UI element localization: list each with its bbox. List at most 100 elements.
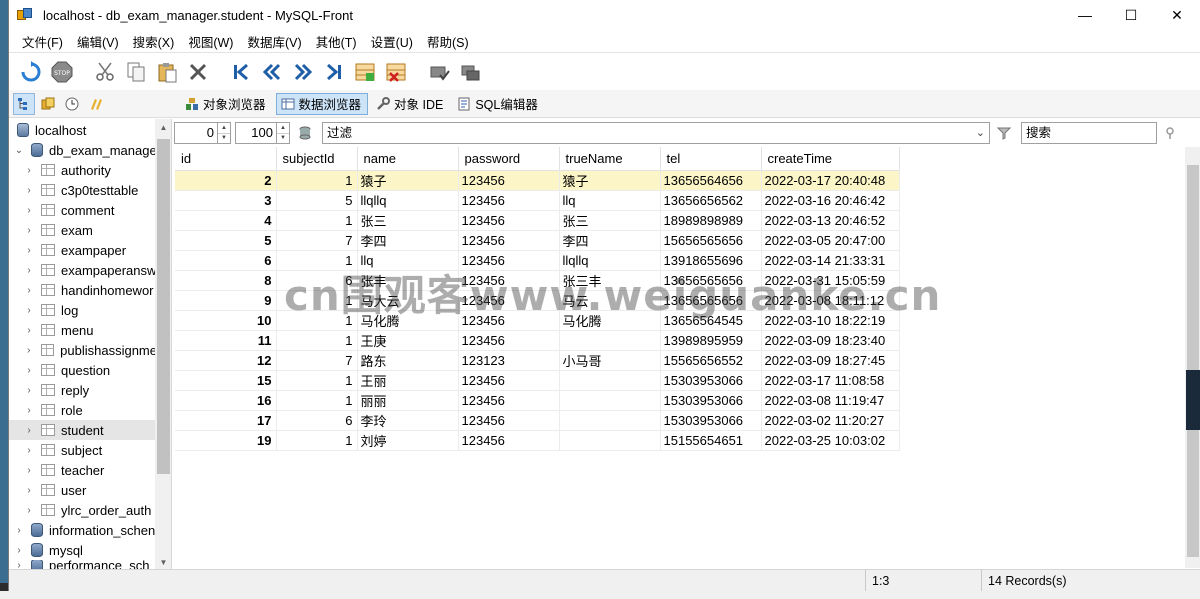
tree-table[interactable]: › comment <box>9 200 157 220</box>
table-row[interactable]: 15 1 王丽 123456 15303953066 2022-03-17 11:08:5… <box>175 370 900 391</box>
table-cell-name[interactable]: llqllq <box>357 190 459 211</box>
chevron-right-icon[interactable]: › <box>23 424 35 436</box>
table-cell-password[interactable]: 123456 <box>458 330 560 351</box>
table-cell-subjectid[interactable]: 1 <box>276 390 358 411</box>
chevron-right-icon[interactable]: › <box>23 184 35 196</box>
chevron-right-icon[interactable]: › <box>13 524 25 536</box>
column-header-subjectid[interactable]: subjectId <box>276 147 358 171</box>
chevron-right-icon[interactable]: › <box>23 284 35 296</box>
tree-table[interactable]: › authority <box>9 160 157 180</box>
chevron-right-icon[interactable]: › <box>23 264 35 276</box>
tree-table[interactable]: › publishassignme <box>9 340 157 360</box>
table-cell-subjectid[interactable]: 6 <box>276 410 358 431</box>
table-row[interactable]: 3 5 llqllq 123456 llq 13656656562 2022-03-16 2… <box>175 190 900 211</box>
chevron-right-icon[interactable]: › <box>23 464 35 476</box>
limit-toggle-icon[interactable] <box>294 122 316 144</box>
table-row[interactable]: 19 1 刘婷 123456 15155654651 2022-03-25 10:03:0… <box>175 430 900 451</box>
menu-help[interactable]: 帮助(S) <box>420 32 476 51</box>
tree-database[interactable]: › mysql <box>9 540 157 560</box>
table-cell-id[interactable]: 9 <box>175 290 277 311</box>
table-row[interactable]: 5 7 李四 123456 李四 15656565656 2022-03-05 20:47:… <box>175 230 900 251</box>
stepper-down-icon[interactable]: ▼ <box>277 132 289 144</box>
search-icon[interactable] <box>1160 122 1182 144</box>
filter-input[interactable]: 过滤 ⌄ <box>322 122 990 144</box>
tree-database[interactable]: › information_schen <box>9 520 157 540</box>
tree-table-selected[interactable]: › student <box>9 420 157 440</box>
table-cell-name[interactable]: 张三 <box>357 210 459 231</box>
table-cell-id[interactable]: 3 <box>175 190 277 211</box>
table-cell-password[interactable]: 123456 <box>458 370 560 391</box>
minimize-button[interactable]: — <box>1062 0 1108 30</box>
table-cell-id[interactable]: 16 <box>175 390 277 411</box>
table-cell-createtime[interactable]: 2022-03-13 20:46:52 <box>761 210 900 231</box>
stepper-up-icon[interactable]: ▲ <box>218 123 230 133</box>
stepper-down-icon[interactable]: ▼ <box>218 132 230 144</box>
jobs-icon[interactable] <box>85 93 107 115</box>
table-cell-subjectid[interactable]: 5 <box>276 190 358 211</box>
table-cell-id[interactable]: 2 <box>175 170 277 191</box>
menu-search[interactable]: 搜索(X) <box>126 32 182 51</box>
table-cell-truename[interactable]: llq <box>559 190 661 211</box>
tree-table[interactable]: › handinhomewor <box>9 280 157 300</box>
tree-table[interactable]: › menu <box>9 320 157 340</box>
next-record-icon[interactable] <box>289 58 317 86</box>
table-cell-name[interactable]: 丽丽 <box>357 390 459 411</box>
column-header-name[interactable]: name <box>357 147 459 171</box>
table-cell-id[interactable]: 4 <box>175 210 277 231</box>
tree-table[interactable]: › teacher <box>9 460 157 480</box>
tree-table[interactable]: › role <box>9 400 157 420</box>
tree-table[interactable]: › subject <box>9 440 157 460</box>
chevron-right-icon[interactable]: › <box>23 224 35 236</box>
tree-table[interactable]: › reply <box>9 380 157 400</box>
table-cell-password[interactable]: 123456 <box>458 390 560 411</box>
table-cell-name[interactable]: 猿子 <box>357 170 459 191</box>
tab-object-ide[interactable]: 对象 IDE <box>372 93 449 115</box>
table-cell-createtime[interactable]: 2022-03-02 11:20:27 <box>761 410 900 431</box>
column-header-truename[interactable]: trueName <box>559 147 661 171</box>
history-icon[interactable] <box>61 93 83 115</box>
table-cell-tel[interactable]: 15656565656 <box>660 230 762 251</box>
scroll-thumb[interactable] <box>157 139 170 474</box>
tree-database[interactable]: ⌄ db_exam_manage <box>9 140 157 160</box>
tree-table[interactable]: › exampaperansw <box>9 260 157 280</box>
table-cell-subjectid[interactable]: 1 <box>276 430 358 451</box>
table-cell-createtime[interactable]: 2022-03-17 20:40:48 <box>761 170 900 191</box>
table-cell-id[interactable]: 15 <box>175 370 277 391</box>
chevron-down-icon[interactable]: ⌄ <box>13 144 25 156</box>
chevron-down-icon[interactable]: ⌄ <box>976 123 985 143</box>
menu-file[interactable]: 文件(F) <box>15 32 70 51</box>
chevron-right-icon[interactable]: › <box>23 484 35 496</box>
last-record-icon[interactable] <box>320 58 348 86</box>
prev-record-icon[interactable] <box>258 58 286 86</box>
table-cell-password[interactable]: 123123 <box>458 350 560 371</box>
insert-record-icon[interactable] <box>351 58 379 86</box>
table-cell-createtime[interactable]: 2022-03-16 20:46:42 <box>761 190 900 211</box>
menu-view[interactable]: 视图(W) <box>181 32 240 51</box>
filter-icon[interactable] <box>993 122 1015 144</box>
table-cell-id[interactable]: 12 <box>175 350 277 371</box>
table-cell-id[interactable]: 10 <box>175 310 277 331</box>
table-cell-name[interactable]: 李玲 <box>357 410 459 431</box>
table-cell-tel[interactable]: 15155654651 <box>660 430 762 451</box>
menu-edit[interactable]: 编辑(V) <box>70 32 126 51</box>
table-cell-tel[interactable]: 15303953066 <box>660 410 762 431</box>
table-cell-createtime[interactable]: 2022-03-25 10:03:02 <box>761 430 900 451</box>
copy-icon[interactable] <box>122 58 150 86</box>
chevron-right-icon[interactable]: › <box>13 544 25 556</box>
table-cell-password[interactable]: 123456 <box>458 430 560 451</box>
table-cell-name[interactable]: 李四 <box>357 230 459 251</box>
cut-icon[interactable] <box>91 58 119 86</box>
table-cell-id[interactable]: 19 <box>175 430 277 451</box>
chevron-right-icon[interactable]: › <box>23 164 35 176</box>
table-cell-name[interactable]: 路东 <box>357 350 459 371</box>
tree-host[interactable]: localhost <box>9 120 157 140</box>
table-cell-truename[interactable]: 李四 <box>559 230 661 251</box>
menu-settings[interactable]: 设置(U) <box>364 32 420 51</box>
chevron-right-icon[interactable]: › <box>23 324 35 336</box>
table-cell-createtime[interactable]: 2022-03-08 11:19:47 <box>761 390 900 411</box>
table-cell-id[interactable]: 5 <box>175 230 277 251</box>
table-cell-createtime[interactable]: 2022-03-05 20:47:00 <box>761 230 900 251</box>
tab-object-browser[interactable]: 对象浏览器 <box>181 93 272 115</box>
post-record-icon[interactable] <box>425 58 453 86</box>
chevron-right-icon[interactable]: › <box>23 204 35 216</box>
